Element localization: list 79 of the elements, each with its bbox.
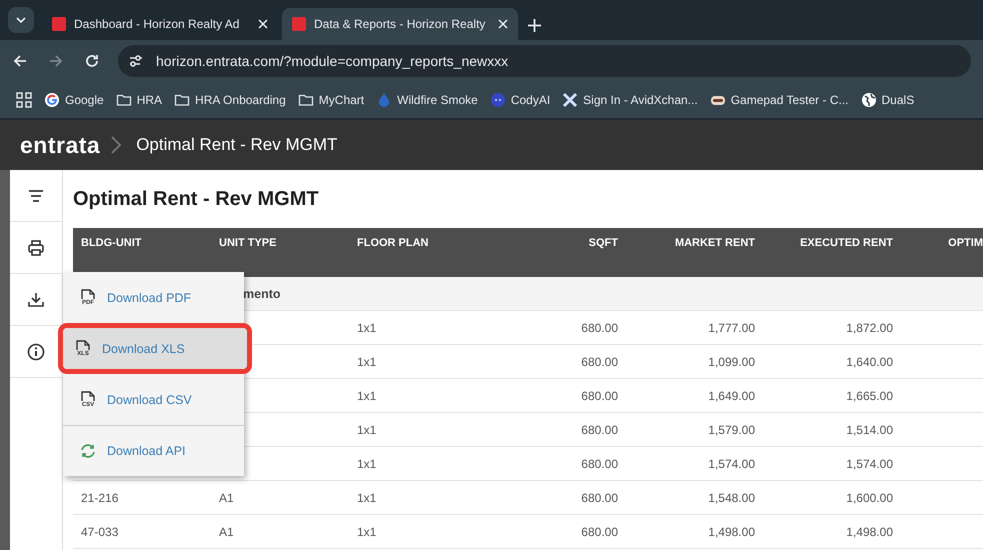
tab-search-button[interactable] xyxy=(8,7,34,33)
table-cell: 1,872.00 xyxy=(846,320,893,334)
column-header[interactable]: MARKET RENT xyxy=(626,228,763,277)
bookmark[interactable]: DualS xyxy=(860,92,914,108)
column-header[interactable]: UNIT TYPE xyxy=(211,228,349,277)
report-title: Optimal Rent - Rev MGMT xyxy=(73,187,320,212)
table-cell: 680.00 xyxy=(581,320,618,334)
back-icon[interactable] xyxy=(12,53,28,69)
table-cell: 1x1 xyxy=(357,422,376,436)
table-cell: 1,649.00 xyxy=(708,388,755,402)
table-cell: 1,574.00 xyxy=(708,456,755,470)
table-cell: 1x1 xyxy=(357,354,376,368)
table-cell: A1 xyxy=(219,490,234,504)
info-icon[interactable] xyxy=(27,342,45,360)
table-cell: 1,548.00 xyxy=(708,490,755,504)
column-header[interactable]: OPTIM xyxy=(901,228,983,277)
table-cell: 680.00 xyxy=(581,524,618,538)
print-icon[interactable] xyxy=(27,238,45,256)
table-cell: 1,498.00 xyxy=(846,524,893,538)
logo[interactable]: entrata xyxy=(20,132,100,158)
table-cell: 680.00 xyxy=(581,388,618,402)
table-cell: 1,640.00 xyxy=(846,354,893,368)
google-icon xyxy=(44,92,60,108)
address-field[interactable]: horizon.entrata.com/?module=company_reports_newxxx xyxy=(118,45,971,77)
folder-icon xyxy=(116,92,132,108)
new-tab-icon[interactable] xyxy=(528,19,541,32)
column-header[interactable]: SQFT xyxy=(487,228,626,277)
close-icon[interactable] xyxy=(258,19,268,29)
bookmark[interactable]: Google xyxy=(44,92,104,108)
column-header[interactable]: EXECUTED RENT xyxy=(763,228,901,277)
table-cell: 1,579.00 xyxy=(708,422,755,436)
chevron-down-icon[interactable] xyxy=(16,15,26,25)
apps-icon[interactable] xyxy=(16,92,32,108)
favicon-icon xyxy=(52,17,66,31)
table-cell: 1x1 xyxy=(357,388,376,402)
favicon-icon xyxy=(292,17,306,31)
table-cell: 1,777.00 xyxy=(708,320,755,334)
site-settings-icon[interactable] xyxy=(128,53,144,69)
table-cell: 1,498.00 xyxy=(708,524,755,538)
table-cell: 1,514.00 xyxy=(846,422,893,436)
reload-icon[interactable] xyxy=(84,53,100,69)
table-cell: 680.00 xyxy=(581,422,618,436)
bookmark[interactable]: Gamepad Tester - C... xyxy=(710,92,849,108)
bookmark[interactable]: HRA xyxy=(116,92,162,108)
table-cell: A1 xyxy=(219,524,234,538)
forward-icon[interactable] xyxy=(48,53,64,69)
chevron-icon xyxy=(110,135,122,155)
browser-tab[interactable]: Dashboard - Horizon Realty Ad xyxy=(42,8,278,40)
bookmark[interactable]: CodyAI xyxy=(490,92,550,108)
bookmark[interactable]: Wildfire Smoke xyxy=(376,92,478,108)
table-cell: 680.00 xyxy=(581,354,618,368)
download-icon[interactable] xyxy=(27,290,45,308)
folder-icon xyxy=(298,92,314,108)
column-header[interactable]: FLOOR PLAN xyxy=(349,228,487,277)
bookmark[interactable]: MyChart xyxy=(298,92,364,108)
table-cell: 1x1 xyxy=(357,524,376,538)
close-icon[interactable] xyxy=(498,19,508,29)
table-cell: 21-216 xyxy=(81,490,118,504)
menu-item[interactable]: Download API xyxy=(63,425,244,476)
sync-icon xyxy=(79,442,97,460)
browser-tab[interactable]: Data & Reports - Horizon Realty xyxy=(282,8,518,40)
bookmark[interactable]: HRA Onboarding xyxy=(174,92,286,108)
table-cell: 1,099.00 xyxy=(708,354,755,368)
breadcrumb[interactable]: Optimal Rent - Rev MGMT xyxy=(136,135,338,155)
table-cell: 47-033 xyxy=(81,524,118,538)
table-cell: 1x1 xyxy=(357,490,376,504)
table-cell: 1,665.00 xyxy=(846,388,893,402)
table-cell: 1,600.00 xyxy=(846,490,893,504)
cross-icon xyxy=(562,92,578,108)
table-cell: 1x1 xyxy=(357,456,376,470)
bookmark[interactable]: Sign In - AvidXchan... xyxy=(562,92,698,108)
table-cell: 1x1 xyxy=(357,320,376,334)
globe-icon xyxy=(860,92,877,108)
table-cell: 680.00 xyxy=(581,490,618,504)
table-cell: 1,574.00 xyxy=(846,456,893,470)
table-cell: 680.00 xyxy=(581,456,618,470)
bot-icon xyxy=(490,92,506,108)
folder-icon xyxy=(174,92,190,108)
group-label: mento xyxy=(243,286,280,300)
